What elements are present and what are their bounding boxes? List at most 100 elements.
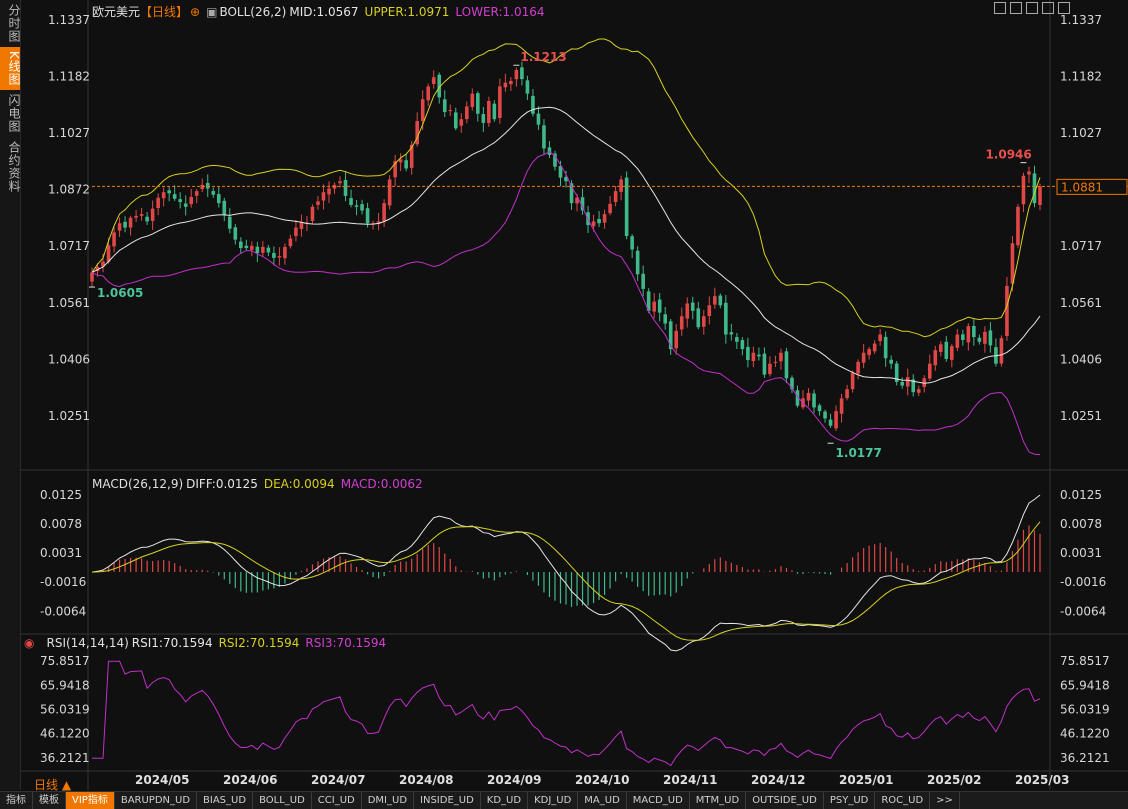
candle-body (536, 113, 541, 125)
close-icon[interactable] (1058, 2, 1070, 14)
price-tick-right: 1.0561 (1060, 296, 1102, 310)
candle-body (872, 343, 877, 352)
candle-body (861, 352, 866, 363)
price-tick-right: 1.0406 (1060, 353, 1102, 367)
rsi-tick-left: 36.2121 (40, 751, 90, 765)
candle-body (156, 197, 160, 209)
candle-body (233, 227, 238, 240)
add-indicator-icon[interactable]: ⊕ (190, 5, 200, 19)
indicator-tab-6[interactable]: CCI_UD (312, 792, 362, 809)
date-label: 2024/12 (751, 773, 805, 787)
macd-tick-left: -0.0016 (40, 575, 86, 589)
rsi-tick-left: 56.0319 (40, 702, 90, 716)
candle-body (261, 246, 265, 253)
rsi-tick-left: 75.8517 (40, 654, 90, 668)
indicator-tab-15[interactable]: PSY_UD (824, 792, 876, 809)
rsi1-value: RSI1:70.1594 (131, 636, 213, 650)
candle-body (1021, 175, 1026, 205)
candle-body (294, 227, 298, 237)
indicator-tab-7[interactable]: DMI_UD (362, 792, 415, 809)
candle-body (277, 256, 282, 258)
boll-upper: UPPER:1.0971 (364, 5, 450, 19)
candle-body (839, 398, 844, 414)
macd-diff: DIFF:0.0125 (186, 477, 258, 491)
candle-body (222, 200, 227, 216)
rsi-tick-right: 56.0319 (1060, 702, 1110, 716)
price-tick-left: 1.1182 (48, 70, 90, 84)
candle-body (900, 382, 905, 386)
instrument-name: 欧元美元 (92, 5, 141, 19)
candle-body (856, 361, 860, 374)
period-label: 日线 (34, 778, 59, 792)
price-tick-right: 1.1027 (1060, 126, 1102, 140)
candle-body (817, 405, 822, 412)
indicator-tab-16[interactable]: ROC_UD (875, 792, 931, 809)
candle-body (729, 332, 734, 335)
date-label: 2024/07 (311, 773, 365, 787)
indicator-tab-12[interactable]: MACD_UD (627, 792, 690, 809)
candle-body (343, 179, 348, 196)
indicator-tab-0[interactable]: 指标 (0, 792, 33, 809)
candle-body (845, 389, 849, 399)
candle-body (1005, 285, 1009, 336)
macd-tick-right: 0.0078 (1060, 517, 1102, 531)
indicator-tab-3[interactable]: BARUPDN_UD (115, 792, 198, 809)
candle-body (630, 236, 634, 250)
candle-body (239, 241, 243, 249)
crosshair-icon[interactable] (994, 2, 1006, 14)
candle-body (404, 160, 408, 169)
macd-tick-left: 0.0078 (40, 517, 82, 531)
candle-body (227, 216, 232, 229)
candle-body (679, 316, 684, 330)
candle-body (806, 392, 811, 401)
indicator-tab-4[interactable]: BIAS_UD (197, 792, 254, 809)
candle-body (542, 125, 546, 149)
candle-body (520, 67, 524, 80)
candle-body (724, 302, 728, 335)
rsi-line (92, 660, 1041, 767)
candle-body (1038, 186, 1042, 205)
price-tick-right: 1.1182 (1060, 70, 1102, 84)
candle-body (735, 337, 739, 342)
candle-body (90, 272, 94, 282)
candle-body (283, 246, 287, 259)
candle-body (498, 86, 502, 118)
candle-body (321, 192, 326, 201)
macd-tick-left: 0.0031 (40, 546, 82, 560)
maximize-icon[interactable] (1042, 2, 1054, 14)
indicator-tab-9[interactable]: KD_UD (481, 792, 529, 809)
candle-body (250, 245, 254, 250)
indicator-tab-5[interactable]: BOLL_UD (253, 792, 312, 809)
candle-body (387, 179, 392, 206)
candle-body (481, 114, 486, 123)
indicator-tab-2[interactable]: VIP指标 (66, 792, 115, 809)
candle-body (663, 314, 668, 324)
indicator-tab-8[interactable]: INSIDE_UD (414, 792, 481, 809)
indicator-tab-10[interactable]: KDJ_UD (528, 792, 579, 809)
indicator-tab-11[interactable]: MA_UD (578, 792, 627, 809)
candle-body (597, 219, 601, 224)
indicator-tab-1[interactable]: 模板 (33, 792, 66, 809)
candle-body (112, 232, 116, 247)
rsi-tick-right: 46.1220 (1060, 727, 1110, 741)
expand-icon[interactable] (1010, 2, 1022, 14)
candle-body (139, 214, 144, 216)
candle-body (823, 411, 827, 419)
rsi-tick-right: 36.2121 (1060, 751, 1110, 765)
macd-tick-right: 0.0125 (1060, 488, 1102, 502)
indicator-tab-17[interactable]: >> (930, 792, 960, 809)
rsi-settings-icon[interactable]: ◉ (24, 636, 34, 650)
candle-body (503, 82, 508, 88)
restore-icon[interactable] (1026, 2, 1038, 14)
price-tick-right: 1.1337 (1060, 13, 1102, 27)
candle-body (690, 302, 695, 311)
indicator-tab-14[interactable]: OUTSIDE_UD (746, 792, 824, 809)
period-tag[interactable]: 【日线】 (140, 5, 188, 19)
candle-body (189, 196, 194, 205)
indicator-tab-13[interactable]: MTM_UD (690, 792, 747, 809)
indicator-settings-icon[interactable]: ▣ (206, 5, 217, 19)
date-label: 2024/08 (399, 773, 453, 787)
candle-body (431, 77, 436, 84)
candle-body (200, 184, 205, 190)
candle-body (591, 221, 596, 227)
